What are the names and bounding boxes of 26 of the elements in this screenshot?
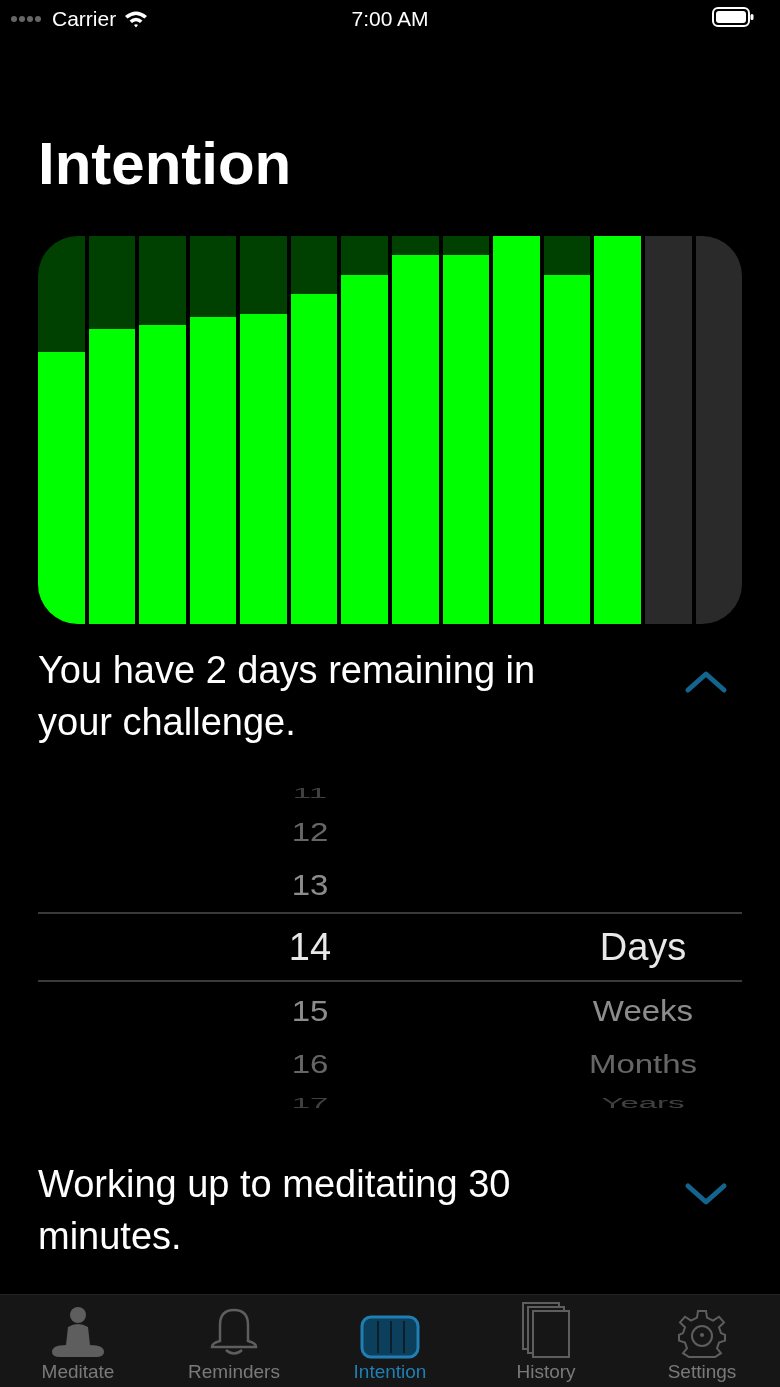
picker-number[interactable]: 14	[288, 928, 332, 966]
battery-icon	[712, 6, 754, 27]
chevron-up-icon[interactable]	[684, 668, 728, 694]
section-text: Working up to meditating 30 minutes.	[38, 1162, 512, 1259]
tab[interactable]: Settings	[624, 1295, 780, 1387]
seated-person-icon	[50, 1305, 106, 1359]
picker-number[interactable]: 12	[291, 817, 329, 845]
bars-icon	[360, 1315, 420, 1359]
stacked-pages-icon	[521, 1301, 571, 1359]
wifi-icon	[124, 10, 149, 28]
picker-number[interactable]: 13	[291, 868, 329, 900]
tab[interactable]: Intention	[312, 1295, 468, 1387]
settings-icon	[677, 1309, 727, 1359]
carrier-name: Carrier	[52, 7, 117, 31]
tab[interactable]: Meditate	[0, 1295, 156, 1387]
signal-icon	[10, 15, 44, 23]
section-text: You have 2 days remaining in your challenge.	[38, 648, 537, 745]
picker-unit[interactable]: Days	[599, 928, 687, 966]
page-title: Intention	[38, 129, 293, 199]
picker-unit[interactable]: Weeks	[592, 994, 694, 1026]
clock-time: 7:00 AM	[351, 7, 429, 30]
picker-number[interactable]: 15	[291, 994, 329, 1026]
picker-number[interactable]: 16	[291, 1049, 329, 1077]
picker-unit[interactable]: Months	[588, 1049, 698, 1077]
tab[interactable]: History	[468, 1295, 624, 1387]
tab[interactable]: Reminders	[156, 1295, 312, 1387]
